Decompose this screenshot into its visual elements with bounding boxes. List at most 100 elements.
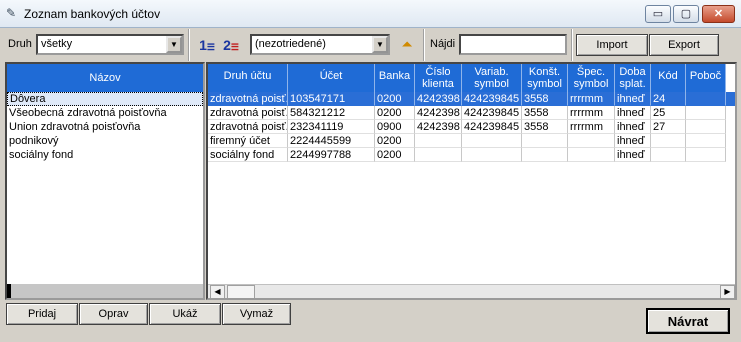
scroll-left-icon[interactable]: ◀ — [210, 285, 225, 298]
column-header[interactable]: Číslo klienta — [415, 64, 462, 92]
table-cell: 424239845 — [462, 120, 522, 134]
column-header-line2: splat. — [619, 78, 646, 90]
table-cell: rrrrmm — [568, 92, 615, 106]
table-cell: ihneď — [615, 148, 651, 162]
table-cell: 3558 — [522, 92, 568, 106]
table-cell — [686, 92, 726, 106]
table-row[interactable]: sociálny fond 2244997788 0200 ihneď — [208, 148, 735, 162]
import-button[interactable]: Import — [576, 34, 648, 56]
sort-descending-icon[interactable]: 2☰ — [220, 34, 242, 56]
table-cell: 27 — [651, 120, 686, 134]
list-item[interactable]: sociálny fond — [7, 148, 203, 162]
list-item[interactable]: podnikový — [7, 134, 203, 148]
account-name-list[interactable]: Názov Dôvera Všeobecná zdravotná poisťovň… — [5, 62, 205, 300]
sort-select[interactable]: (nezotriedené) ▼ — [250, 34, 390, 55]
table-cell: ihneď — [615, 92, 651, 106]
table-cell: 4242398 — [415, 92, 462, 106]
table-row[interactable]: firemný účet 2224445599 0200 ihneď — [208, 134, 735, 148]
title-bar: ✎ Zoznam bankových účtov ▭ ▢ ✕ — [0, 0, 741, 28]
table-cell: ihneď — [615, 106, 651, 120]
column-header[interactable]: Kód — [651, 64, 686, 92]
column-header[interactable]: Špec. symbol — [568, 64, 615, 92]
column-header-line1: Variab. — [474, 66, 509, 78]
druh-select-value: všetky — [41, 38, 73, 50]
column-header-line2: symbol — [474, 78, 509, 90]
sort-ascending-icon[interactable]: 1☰ — [196, 34, 218, 56]
sort-select-value: (nezotriedené) — [255, 38, 326, 50]
edit-button[interactable]: Oprav — [79, 303, 148, 325]
toolbar-separator — [571, 29, 573, 61]
table-cell — [522, 134, 568, 148]
delete-button[interactable]: Vymaž — [222, 303, 291, 325]
table-cell — [686, 120, 726, 134]
column-header[interactable]: Poboč — [686, 64, 726, 92]
table-cell: 0200 — [375, 148, 415, 162]
table-cell: 584321212 — [288, 106, 375, 120]
scrollbar-thumb[interactable] — [227, 285, 255, 298]
list-item[interactable]: Všeobecná zdravotná poisťovňa — [7, 106, 203, 120]
column-header[interactable]: Konšt. symbol — [522, 64, 568, 92]
table-cell: zdravotná poisť. — [208, 92, 288, 106]
table-cell — [686, 148, 726, 162]
table-cell — [415, 134, 462, 148]
column-header[interactable]: Doba splat. — [615, 64, 651, 92]
move-up-icon[interactable]: ⏶ — [397, 35, 417, 55]
column-header-line1: Kód — [658, 70, 678, 82]
table-cell: firemný účet — [208, 134, 288, 148]
show-button[interactable]: Ukáž — [149, 303, 221, 325]
table-cell: 4242398 — [415, 106, 462, 120]
table-cell: 0900 — [375, 120, 415, 134]
druh-select[interactable]: všetky ▼ — [36, 34, 184, 55]
table-cell: rrrrmm — [568, 106, 615, 120]
column-header-line1: Účet — [319, 70, 343, 82]
table-cell — [686, 134, 726, 148]
list-header-nazov[interactable]: Názov — [7, 64, 203, 92]
table-cell — [415, 148, 462, 162]
table-cell — [568, 148, 615, 162]
accounts-grid[interactable]: Druh účtu Účet Banka Číslo klienta Variab. sym… — [206, 62, 737, 300]
druh-label: Druh — [8, 38, 32, 50]
table-cell: 0200 — [375, 106, 415, 120]
table-cell: 103547171 — [288, 92, 375, 106]
table-cell: ihneď — [615, 134, 651, 148]
grid-horizontal-scrollbar[interactable]: ◀ ▶ — [208, 284, 735, 298]
column-header[interactable]: Druh účtu — [208, 64, 288, 92]
column-header[interactable]: Banka — [375, 64, 415, 92]
table-cell — [651, 134, 686, 148]
scrollbar-thumb[interactable] — [7, 284, 11, 298]
column-header-line2: symbol — [573, 78, 609, 90]
maximize-button[interactable]: ▢ — [673, 5, 699, 23]
export-button[interactable]: Export — [649, 34, 719, 56]
scroll-right-icon[interactable]: ▶ — [720, 285, 735, 298]
find-input[interactable] — [459, 34, 567, 55]
table-row[interactable]: zdravotná poisť. 584321212 0200 4242398 4242… — [208, 106, 735, 120]
table-cell: zdravotná poisť. — [208, 106, 288, 120]
list-horizontal-scrollbar[interactable] — [7, 284, 203, 298]
column-header-line1: Doba — [619, 66, 646, 78]
table-row[interactable]: zdravotná poisť. 232341119 0900 4242398 4242… — [208, 120, 735, 134]
minimize-button[interactable]: ▭ — [645, 5, 671, 23]
chevron-down-icon[interactable]: ▼ — [166, 36, 182, 53]
add-button[interactable]: Pridaj — [6, 303, 78, 325]
table-cell: 25 — [651, 106, 686, 120]
chevron-down-icon[interactable]: ▼ — [372, 36, 388, 53]
find-label: Nájdi — [430, 38, 456, 50]
table-cell: 0200 — [375, 134, 415, 148]
table-cell: rrrrmm — [568, 120, 615, 134]
table-cell: sociálny fond — [208, 148, 288, 162]
return-button[interactable]: Návrat — [646, 308, 730, 334]
table-cell — [462, 148, 522, 162]
table-cell: 232341119 — [288, 120, 375, 134]
close-button[interactable]: ✕ — [702, 5, 735, 23]
table-cell: 2224445599 — [288, 134, 375, 148]
column-header-line1: Poboč — [689, 70, 722, 82]
column-header-line1: Konšt. — [528, 66, 561, 78]
table-cell: 0200 — [375, 92, 415, 106]
table-cell: zdravotná poisť. — [208, 120, 288, 134]
column-header-line1: Číslo — [425, 66, 451, 78]
column-header[interactable]: Variab. symbol — [462, 64, 522, 92]
column-header[interactable]: Účet — [288, 64, 375, 92]
list-item[interactable]: Union zdravotná poisťovňa — [7, 120, 203, 134]
list-item[interactable]: Dôvera — [7, 92, 203, 106]
table-row[interactable]: zdravotná poisť. 103547171 0200 4242398 4242… — [208, 92, 735, 106]
